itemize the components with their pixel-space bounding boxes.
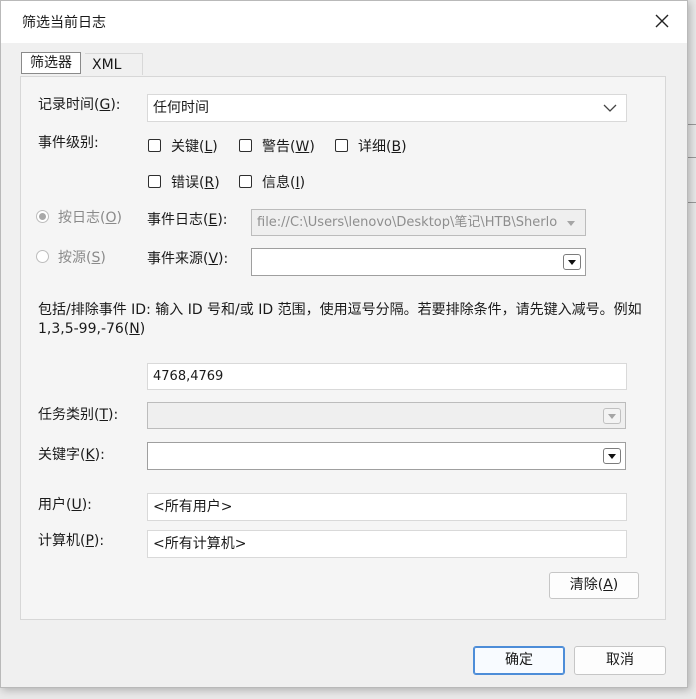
background-window-line [688,124,696,125]
event-sources-label: 事件来源(V): [147,251,229,267]
user-input[interactable]: <所有用户> [147,493,627,521]
logged-value: 任何时间 [153,100,209,116]
by-source-radio[interactable] [36,250,49,263]
event-level-label: 事件级别: [38,135,99,151]
verbose-checkbox[interactable] [335,139,348,152]
keywords-dropdown[interactable] [147,442,626,470]
information-label: 信息(I) [262,175,306,191]
error-label: 错误(R) [171,175,220,191]
user-label: 用户(U): [38,497,92,513]
keywords-dropdown-button[interactable] [603,448,621,464]
close-button[interactable] [651,10,673,32]
computer-label: 计算机(P): [38,533,105,549]
user-value: <所有用户> [153,499,233,515]
verbose-label: 详细(B) [358,139,407,155]
tab-filter[interactable]: 筛选器 [21,52,81,74]
event-id-hint: 包括/排除事件 ID: 输入 ID 号和/或 ID 范围，使用逗号分隔。若要排除… [38,302,642,337]
dialog-title: 筛选当前日志 [22,15,106,31]
warning-label: 警告(W) [262,139,315,155]
chevron-down-icon [603,104,617,112]
error-checkbox[interactable] [148,175,161,188]
event-logs-dropdown-arrow[interactable] [563,216,581,232]
filter-dialog: 筛选当前日志 筛选器 XML 记录时间(G): 任何时间 事件级别: 关键(L)… [0,0,688,688]
task-category-dropdown[interactable] [147,402,626,429]
computer-value: <所有计算机> [153,536,247,552]
task-category-label: 任务类别(T): [38,407,119,423]
information-checkbox[interactable] [239,175,252,188]
background-window-line [688,202,696,203]
by-log-label: 按日志(O) [58,210,122,226]
cancel-button[interactable]: 取消 [574,646,666,675]
event-id-input[interactable]: 4768,4769 [147,363,627,390]
by-source-label: 按源(S) [58,250,106,266]
close-icon [655,14,669,28]
computer-input[interactable]: <所有计算机> [147,530,627,558]
by-log-radio[interactable] [36,210,49,223]
event-sources-dropdown[interactable] [251,248,586,276]
keywords-label: 关键字(K): [38,447,105,463]
critical-label: 关键(L) [171,139,218,155]
event-logs-label: 事件日志(E): [147,212,228,228]
event-logs-value: file://C:\Users\lenovo\Desktop\笔记\HTB\Sh… [257,215,558,230]
logged-dropdown[interactable]: 任何时间 [147,94,627,122]
ok-button[interactable]: 确定 [473,646,565,675]
tab-xml[interactable]: XML [85,53,143,75]
event-logs-dropdown[interactable]: file://C:\Users\lenovo\Desktop\笔记\HTB\Sh… [251,209,586,236]
task-category-dropdown-button[interactable] [603,408,621,424]
background-window-line [688,157,696,158]
clear-button[interactable]: 清除(A) [549,572,639,599]
warning-checkbox[interactable] [239,139,252,152]
title-bar: 筛选当前日志 [1,1,687,43]
event-id-value: 4768,4769 [153,369,224,384]
critical-checkbox[interactable] [148,139,161,152]
logged-label: 记录时间(G): [38,97,121,113]
event-sources-dropdown-button[interactable] [563,254,581,270]
